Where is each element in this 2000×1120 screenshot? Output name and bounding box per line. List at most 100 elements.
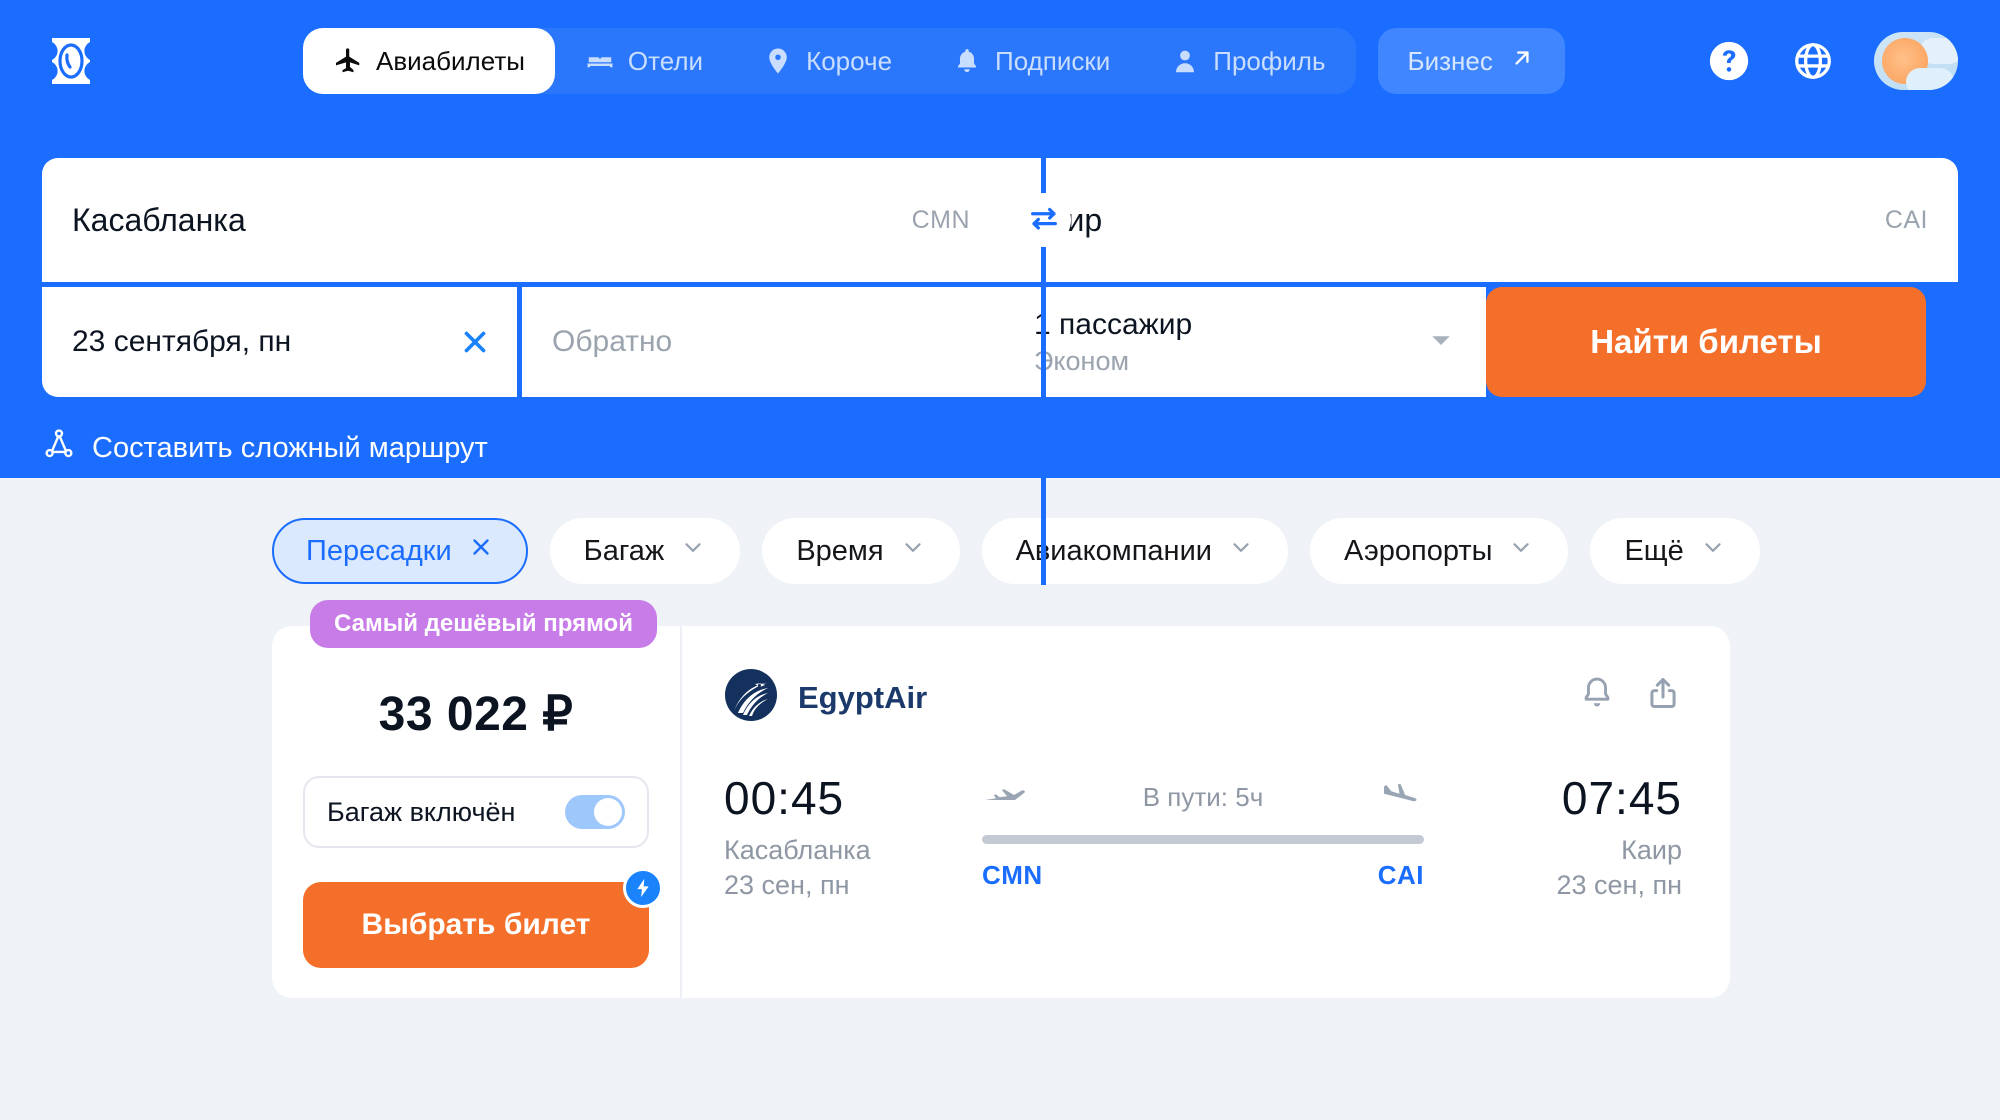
select-ticket-button[interactable]: Выбрать билет [303, 868, 663, 968]
chevron-down-icon [1700, 534, 1726, 568]
filter-chip-time[interactable]: Время [762, 518, 960, 584]
chevron-down-icon [1426, 325, 1456, 360]
flight-duration: В пути: 5ч [1142, 781, 1264, 812]
departure-city: Касабланка [724, 835, 871, 865]
swap-arrows-icon [1027, 201, 1061, 240]
flight-segment: 00:45 Касабланка 23 сен, пн В пути: 5ч C… [724, 771, 1682, 901]
cheapest-direct-badge: Самый дешёвый прямой [310, 600, 657, 648]
filter-chip-airports-label: Аэропорты [1343, 534, 1493, 567]
arrival-date: 23 сен, пн [1556, 870, 1683, 900]
map-pin-icon [763, 46, 793, 76]
business-button[interactable]: Бизнес [1377, 28, 1565, 94]
header-actions [1706, 32, 1958, 90]
segment-middle: В пути: 5ч CMN CAI [954, 777, 1452, 891]
lightning-bolt-icon [623, 868, 663, 908]
depart-date-field[interactable]: 23 сентября, пн [42, 287, 522, 397]
search-tickets-button[interactable]: Найти билеты [1486, 287, 1926, 397]
filter-chip-baggage-label: Багаж [583, 534, 665, 567]
airport-codes-row: CMN CAI [982, 860, 1424, 891]
destination-code: CAI [1884, 205, 1928, 234]
select-ticket-label: Выбрать билет [361, 908, 591, 941]
arrival-block: 07:45 Каир 23 сен, пн [1452, 771, 1683, 901]
origin-input[interactable]: Касабланка CMN [42, 158, 1000, 282]
ticket-flight-panel: EgyptAir 00:45 Касабланка 23 сен, пн В п… [682, 626, 1730, 998]
passengers-field[interactable]: 1 пассажир Эконом [1004, 287, 1486, 397]
multicity-label: Составить сложный маршрут [92, 431, 488, 464]
ticket-price: 33 022 ₽ [378, 688, 574, 741]
airplane-icon [333, 46, 363, 76]
flight-search-form: Касабланка CMN Каир CAI 23 сентября, пн [42, 158, 1958, 585]
takeoff-plane-icon [982, 780, 1028, 815]
flight-progress-bar [982, 835, 1424, 844]
bed-icon [585, 46, 615, 76]
chevron-down-icon [680, 534, 706, 568]
share-icon[interactable] [1644, 674, 1682, 712]
return-date-field[interactable]: Обратно [522, 287, 1004, 397]
arrival-city: Каир [1621, 835, 1682, 865]
arrival-airport-code[interactable]: CAI [1378, 860, 1424, 891]
ticket-actions [1578, 674, 1682, 712]
toggle-knob [594, 798, 622, 826]
destination-input[interactable]: Каир CAI [1000, 158, 1958, 282]
filter-chip-airlines[interactable]: Авиакомпании [981, 518, 1288, 584]
bell-icon[interactable] [1578, 674, 1616, 712]
dates-passengers-row: 23 сентября, пн Обратно 1 пассажир Эконо… [42, 287, 1958, 397]
ticket-price-panel: 33 022 ₽ Багаж включён Выбрать билет [272, 626, 682, 998]
departure-block: 00:45 Касабланка 23 сен, пн [724, 771, 954, 901]
nav-item-flights[interactable]: Авиабилеты [303, 28, 555, 94]
clear-depart-date-icon[interactable] [458, 325, 492, 359]
nav-item-profile[interactable]: Профиль [1140, 28, 1355, 94]
depart-date-value: 23 сентября, пн [72, 325, 292, 358]
nav-pill-group: Авиабилеты Отели Короче Подписки Профиль [303, 28, 1356, 94]
nav-item-hotels-label: Отели [627, 45, 704, 76]
origin-value: Касабланка [72, 201, 246, 238]
arrow-up-right-icon [1509, 45, 1535, 78]
nav-item-subscriptions[interactable]: Подписки [922, 28, 1140, 94]
route-row: Касабланка CMN Каир CAI [42, 158, 1958, 287]
origin-code: CMN [911, 205, 970, 234]
nav-item-subscriptions-label: Подписки [995, 45, 1111, 76]
departure-airport-code[interactable]: CMN [982, 860, 1043, 891]
nav-item-koroche-label: Короче [806, 45, 893, 76]
swap-route-button[interactable] [1017, 193, 1071, 247]
departure-date: 23 сен, пн [724, 870, 850, 900]
question-circle-icon[interactable] [1706, 38, 1752, 84]
filter-chip-baggage[interactable]: Багаж [549, 518, 741, 584]
top-navigation-bar: Авиабилеты Отели Короче Подписки Профиль… [42, 0, 1958, 122]
business-label: Бизнес [1407, 45, 1493, 76]
filter-chip-airports[interactable]: Аэропорты [1309, 518, 1569, 584]
filter-chip-more[interactable]: Ещё [1590, 518, 1760, 584]
baggage-label: Багаж включён [327, 796, 516, 827]
filter-chip-time-label: Время [796, 534, 884, 567]
filter-chip-more-label: Ещё [1624, 534, 1684, 567]
passengers-text: 1 пассажир Эконом [1034, 308, 1192, 377]
baggage-toggle[interactable] [565, 795, 625, 829]
airline-name: EgyptAir [798, 679, 928, 715]
person-icon [1170, 46, 1200, 76]
chevron-down-icon [1508, 534, 1534, 568]
ticket-card: Самый дешёвый прямой 33 022 ₽ Багаж вклю… [272, 600, 1730, 998]
close-icon[interactable] [468, 534, 494, 568]
filter-chip-stops-label: Пересадки [306, 534, 452, 567]
aviasales-logo-icon[interactable] [42, 32, 100, 90]
nav-item-koroche[interactable]: Короче [733, 28, 922, 94]
multicity-link[interactable]: Составить сложный маршрут [42, 427, 488, 469]
departure-time: 00:45 [724, 772, 845, 824]
filter-chip-stops[interactable]: Пересадки [272, 518, 528, 584]
chevron-down-icon [900, 534, 926, 568]
airline-header: EgyptAir [724, 668, 1682, 727]
baggage-toggle-row[interactable]: Багаж включён [303, 776, 649, 848]
return-date-placeholder: Обратно [552, 325, 673, 358]
nav-item-flights-label: Авиабилеты [376, 45, 525, 76]
segment-top-row: В пути: 5ч [982, 777, 1424, 817]
cabin-class: Эконом [1034, 345, 1130, 376]
chevron-down-icon [1228, 534, 1254, 568]
landing-plane-icon [1378, 780, 1424, 815]
bell-icon [952, 46, 982, 76]
avatar[interactable] [1874, 32, 1958, 90]
arrival-time: 07:45 [1561, 772, 1682, 824]
nav-item-hotels[interactable]: Отели [555, 28, 733, 94]
globe-icon[interactable] [1792, 40, 1834, 82]
avatar-cloud-bottom [1906, 68, 1954, 90]
site-header: Авиабилеты Отели Короче Подписки Профиль… [0, 0, 2000, 585]
